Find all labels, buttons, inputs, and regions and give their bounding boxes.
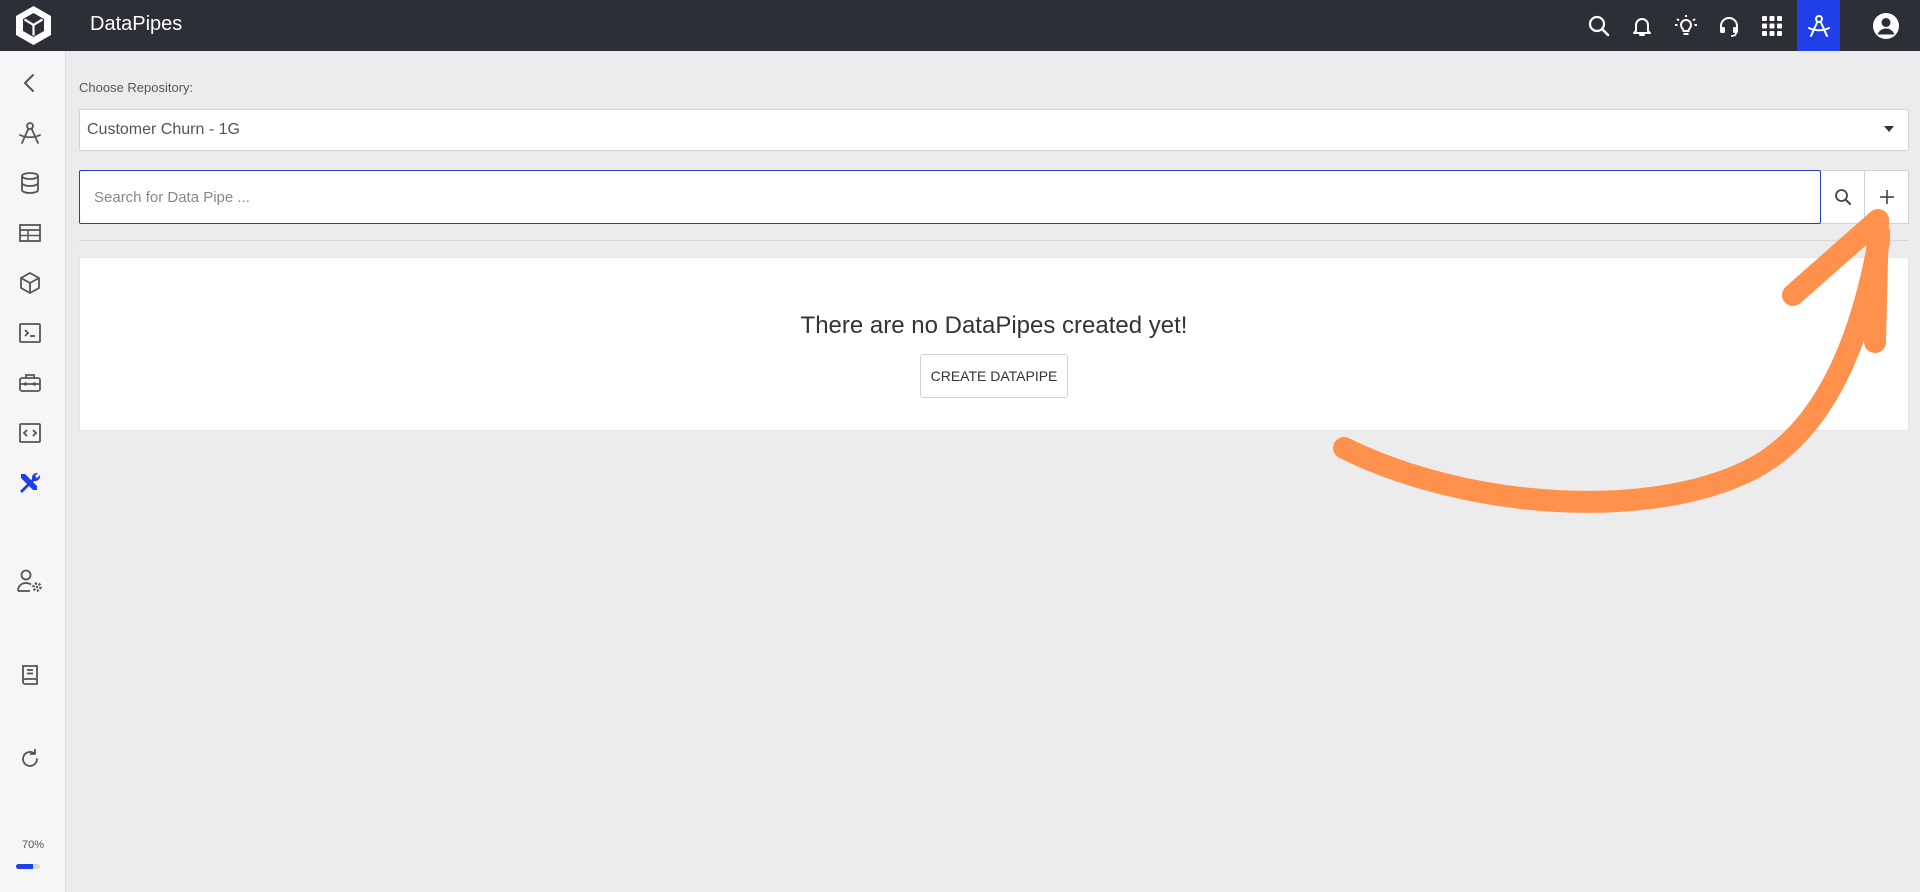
app-title: DataPipes <box>90 13 183 35</box>
terminal-icon[interactable] <box>12 315 48 351</box>
table-icon[interactable] <box>12 215 48 251</box>
search-icon[interactable] <box>1577 0 1620 51</box>
apps-grid-icon[interactable] <box>1750 0 1793 51</box>
book-icon[interactable] <box>12 657 48 693</box>
zoom-progress <box>16 864 40 869</box>
caret-down-icon <box>1884 126 1894 132</box>
tools-icon[interactable] <box>12 465 48 501</box>
zoom-progress-fill <box>16 864 33 869</box>
user-settings-icon[interactable] <box>12 563 48 599</box>
headset-icon[interactable] <box>1707 0 1750 51</box>
annotation-arrow-icon <box>1333 209 1890 513</box>
account-icon[interactable] <box>1864 0 1907 51</box>
cube-icon[interactable] <box>12 265 48 301</box>
toolbox-icon[interactable] <box>12 365 48 401</box>
compass-icon[interactable] <box>12 115 48 151</box>
top-bar: DataPipes <box>0 0 1920 51</box>
repository-selected-value: Customer Churn - 1G <box>87 121 240 138</box>
database-icon[interactable] <box>12 165 48 201</box>
repository-label: Choose Repository: <box>79 80 194 95</box>
compass-icon[interactable] <box>1797 0 1840 51</box>
zoom-label: 70% <box>21 839 45 851</box>
left-sidebar: 70% <box>0 51 66 892</box>
code-icon[interactable] <box>12 415 48 451</box>
logo-icon[interactable] <box>12 4 55 47</box>
bell-icon[interactable] <box>1620 0 1663 51</box>
lightbulb-icon[interactable] <box>1664 0 1707 51</box>
refresh-icon[interactable] <box>12 741 48 777</box>
back-icon[interactable] <box>12 65 48 101</box>
create-datapipe-button[interactable]: CREATE DATAPIPE <box>920 354 1068 398</box>
repository-select[interactable]: Customer Churn - 1G <box>79 109 1909 151</box>
